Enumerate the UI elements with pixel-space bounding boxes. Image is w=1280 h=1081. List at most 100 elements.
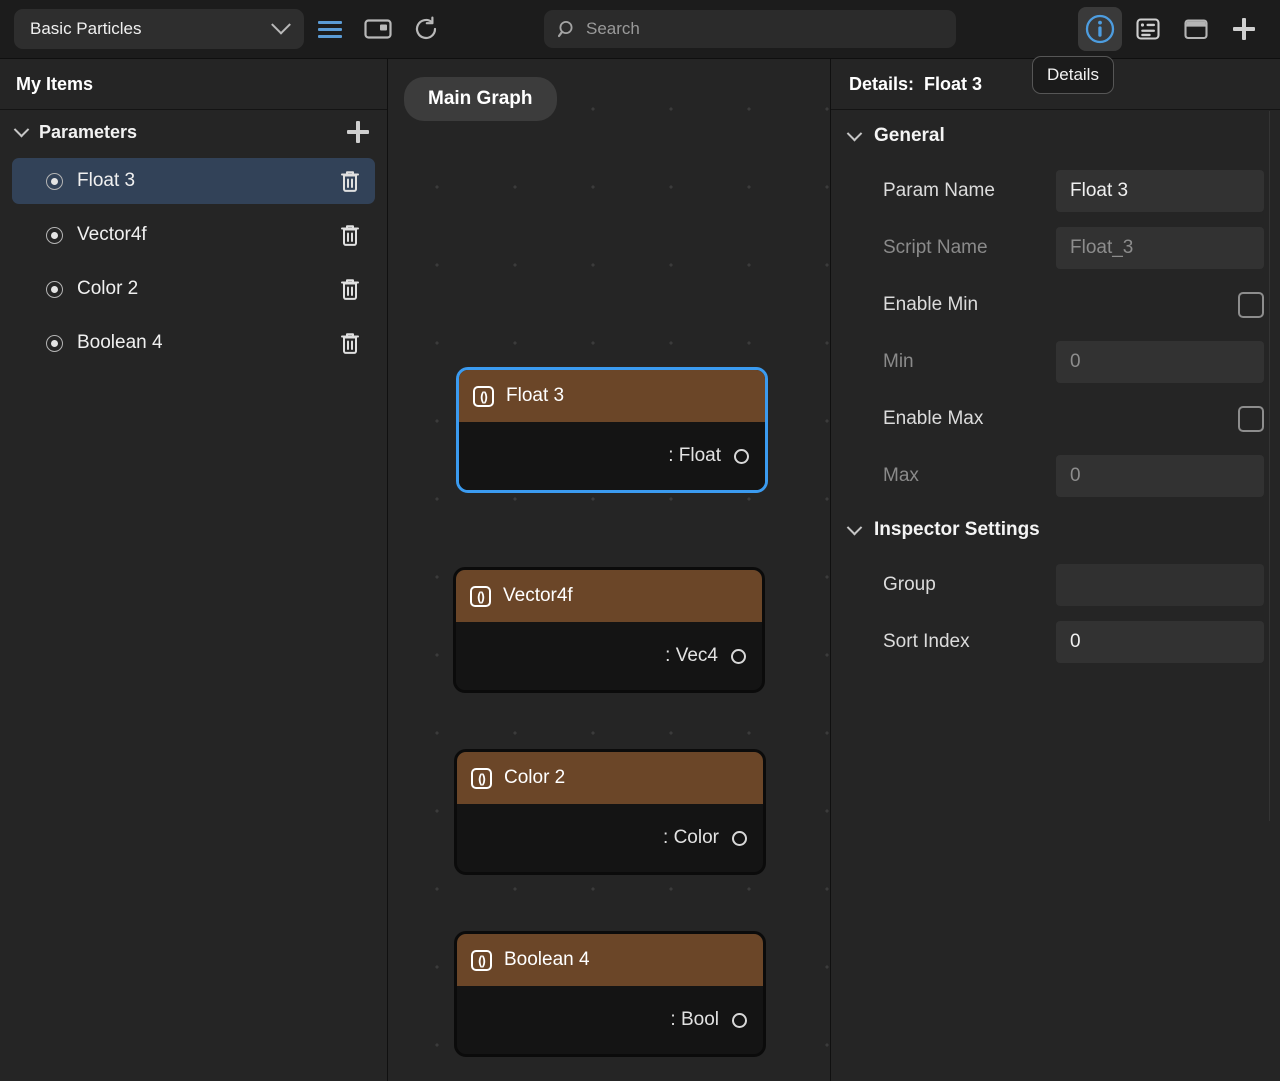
- radio-selected-icon[interactable]: [46, 280, 63, 298]
- sort-index-input[interactable]: 0: [1056, 620, 1264, 663]
- add-parameter-button[interactable]: [347, 121, 369, 143]
- details-tooltip: Details: [1032, 56, 1114, 94]
- plus-icon: [1233, 18, 1255, 40]
- trash-icon[interactable]: [339, 169, 361, 193]
- node-header: () Float 3: [459, 370, 765, 422]
- field-enable-max: Enable Max: [831, 390, 1280, 447]
- node-output-port[interactable]: [732, 1012, 747, 1028]
- min-input[interactable]: 0: [1056, 340, 1264, 383]
- field-label: Enable Min: [883, 293, 979, 315]
- graph-tab-main[interactable]: Main Graph: [404, 77, 557, 121]
- document-selector-label: Basic Particles: [30, 19, 142, 38]
- sidebar-item-label: Float 3: [77, 170, 136, 191]
- details-header-prefix: Details:: [849, 73, 915, 94]
- app-root: Basic Particles Search Details My Items …: [0, 0, 1280, 1081]
- sidebar-item-label: Color 2: [77, 278, 139, 299]
- node-header: () Vector4f: [456, 570, 762, 622]
- list-panel-icon: [1136, 18, 1160, 40]
- window-icon: [1184, 19, 1208, 40]
- node-port-label: : Vec4: [665, 645, 718, 666]
- chevron-down-icon: [271, 14, 291, 35]
- graph-node-color-2[interactable]: () Color 2 : Color: [454, 749, 766, 875]
- radio-selected-icon[interactable]: [46, 172, 63, 190]
- max-input[interactable]: 0: [1056, 454, 1264, 497]
- chevron-down-icon[interactable]: [846, 519, 863, 535]
- node-title: Color 2: [504, 767, 566, 788]
- node-output-port[interactable]: [732, 830, 747, 846]
- panel-layout-icon: [364, 19, 392, 39]
- node-title: Vector4f: [503, 585, 573, 606]
- node-output-port[interactable]: [734, 448, 749, 464]
- search-input[interactable]: Search: [544, 10, 956, 48]
- script-name-input[interactable]: Float_3: [1056, 226, 1264, 269]
- node-body: : Float: [459, 422, 765, 490]
- field-label: Enable Max: [883, 407, 984, 429]
- sidebar-item-label: Boolean 4: [77, 332, 163, 353]
- details-panel: Details: Float 3 General Param Name Floa…: [830, 59, 1280, 1081]
- refresh-button[interactable]: [404, 7, 448, 51]
- field-label: Script Name: [883, 236, 988, 258]
- parameters-group-header[interactable]: Parameters: [0, 110, 387, 154]
- sidebar-title: My Items: [0, 59, 387, 110]
- node-body: : Vec4: [456, 622, 762, 690]
- radio-selected-icon[interactable]: [46, 334, 63, 352]
- trash-icon[interactable]: [339, 277, 361, 301]
- details-toggle-button[interactable]: [1078, 7, 1122, 51]
- node-port-label: : Bool: [670, 1009, 719, 1030]
- field-enable-min: Enable Min: [831, 276, 1280, 333]
- chevron-down-icon[interactable]: [13, 121, 30, 137]
- node-header: () Color 2: [457, 752, 763, 804]
- graph-node-boolean-4[interactable]: () Boolean 4 : Bool: [454, 931, 766, 1057]
- enable-min-checkbox[interactable]: [1238, 291, 1264, 318]
- field-max: Max 0: [831, 447, 1280, 504]
- node-body: : Color: [457, 804, 763, 872]
- trash-icon[interactable]: [339, 223, 361, 247]
- field-script-name: Script Name Float_3: [831, 219, 1280, 276]
- refresh-icon: [415, 16, 437, 40]
- param-name-input[interactable]: Float 3: [1056, 169, 1264, 212]
- sidebar-item-vector4f[interactable]: Vector4f: [12, 212, 375, 258]
- sidebar-item-boolean-4[interactable]: Boolean 4: [12, 320, 375, 366]
- parameters-group-label: Parameters: [39, 121, 138, 142]
- hamburger-menu-icon: [318, 20, 342, 38]
- node-header: () Boolean 4: [457, 934, 763, 986]
- chevron-down-icon[interactable]: [846, 125, 863, 141]
- section-general-header[interactable]: General: [831, 110, 1280, 162]
- node-output-port[interactable]: [731, 648, 746, 664]
- window-button[interactable]: [1174, 7, 1218, 51]
- node-port-label: : Color: [663, 827, 719, 848]
- parameter-node-icon: (): [470, 585, 491, 607]
- radio-selected-icon[interactable]: [46, 226, 63, 244]
- parameter-node-icon: (): [471, 949, 492, 971]
- parameter-node-icon: (): [471, 767, 492, 789]
- sidebar-item-float-3[interactable]: Float 3: [12, 158, 375, 204]
- toolbar-right-group: [1074, 7, 1266, 51]
- menu-button[interactable]: [308, 7, 352, 51]
- graph-canvas[interactable]: Main Graph () Float 3 : Float () Vector4…: [388, 59, 830, 1081]
- parameter-node-icon: (): [473, 385, 494, 407]
- field-label: Sort Index: [883, 630, 970, 652]
- graph-node-vector4f[interactable]: () Vector4f : Vec4: [453, 567, 765, 693]
- node-body: : Bool: [457, 986, 763, 1054]
- add-button[interactable]: [1222, 7, 1266, 51]
- search-placeholder: Search: [586, 19, 640, 38]
- field-group: Group: [831, 556, 1280, 613]
- layout-button[interactable]: [356, 7, 400, 51]
- left-sidebar: My Items Parameters Float 3 Vector4f Col…: [0, 59, 388, 1081]
- section-inspector-settings-header[interactable]: Inspector Settings: [831, 504, 1280, 556]
- list-panel-button[interactable]: [1126, 7, 1170, 51]
- sidebar-item-color-2[interactable]: Color 2: [12, 266, 375, 312]
- info-circle-icon: [1085, 14, 1115, 44]
- main-body: My Items Parameters Float 3 Vector4f Col…: [0, 59, 1280, 1081]
- top-toolbar: Basic Particles Search Details: [0, 0, 1280, 94]
- node-title: Float 3: [506, 385, 565, 406]
- section-title: General: [874, 125, 945, 146]
- document-selector[interactable]: Basic Particles: [14, 9, 304, 49]
- field-label: Min: [883, 350, 914, 372]
- trash-icon[interactable]: [339, 331, 361, 355]
- enable-max-checkbox[interactable]: [1238, 405, 1264, 432]
- graph-node-float-3[interactable]: () Float 3 : Float: [456, 367, 768, 493]
- field-min: Min 0: [831, 333, 1280, 390]
- section-title: Inspector Settings: [874, 519, 1040, 540]
- group-input[interactable]: [1056, 563, 1264, 606]
